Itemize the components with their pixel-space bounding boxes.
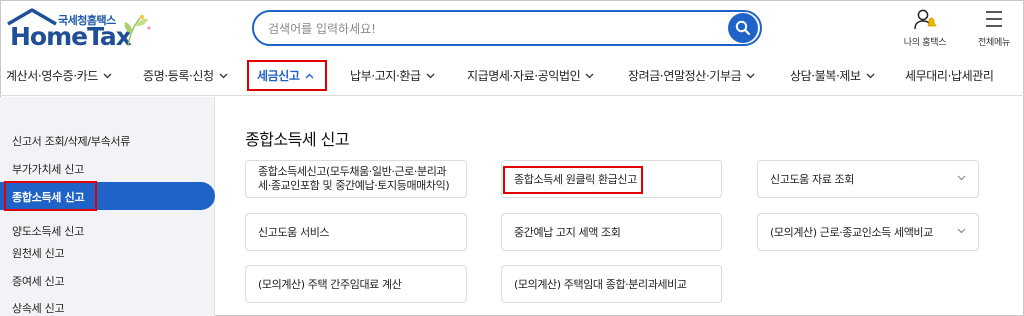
card-label: 신고도움 서비스 (258, 226, 330, 239)
sidebar-item-inheritance[interactable]: 상속세 신고 (12, 300, 65, 316)
sidebar-item-return-lookup[interactable]: 신고서 조회/삭제/부속서류 (12, 133, 130, 149)
chevron-down-icon (219, 73, 228, 79)
card-mock-calc-rental-compare[interactable]: (모의계산) 주택임대 종합·분리과세비교 (501, 265, 722, 303)
chevron-down-icon (426, 73, 435, 79)
card-label: 종합소득세신고(모두채움·일반·근로·분리과 (258, 165, 447, 178)
header: 국세청홈택스 HomeTax 나의 홈택스 전체메뉴 (0, 0, 1024, 56)
card-income-tax-filing[interactable]: 종합소득세신고(모두채움·일반·근로·분리과 세·종교인포함 및 중간예납·토지… (245, 160, 467, 198)
sidebar-item-vat[interactable]: 부가가치세 신고 (12, 161, 84, 177)
card-interim-prepayment[interactable]: 중간예납 고지 세액 조회 (501, 213, 722, 251)
nav-item-tax-agent[interactable]: 세무대리·납세관리 (905, 67, 994, 84)
nav-item-incentives[interactable]: 장려금·연말정산·기부금 (628, 67, 755, 84)
nav-item-label: 납부·고지·환급 (350, 69, 421, 83)
highlight-box-card (503, 166, 643, 194)
search-icon (735, 20, 751, 36)
sidebar-item-capital-gains[interactable]: 양도소득세 신고 (12, 223, 84, 239)
card-label: (모의계산) 주택 간주임대료 계산 (258, 278, 402, 291)
my-hometax-button[interactable]: 나의 홈택스 (898, 8, 952, 48)
chevron-down-icon (957, 175, 966, 181)
chevron-down-icon (957, 228, 966, 234)
search-button[interactable] (728, 13, 758, 43)
card-mock-calc-labor[interactable]: (모의계산) 근로·종교인소득 세액비교 (757, 213, 979, 251)
user-icon (914, 9, 937, 30)
search-bar (252, 10, 762, 46)
nav-item-payment[interactable]: 납부·고지·환급 (350, 67, 435, 84)
card-label: (모의계산) 근로·종교인소득 세액비교 (770, 226, 933, 239)
all-menu-button[interactable]: 전체메뉴 (970, 8, 1018, 48)
card-filing-help-service[interactable]: 신고도움 서비스 (245, 213, 467, 251)
nav-item-label: 세무대리·납세관리 (905, 69, 994, 83)
plant-icon (124, 14, 151, 47)
nav-item-label: 지급명세·자료·공익법인 (467, 69, 581, 83)
card-mock-calc-deemed-rent[interactable]: (모의계산) 주택 간주임대료 계산 (245, 265, 467, 303)
nav-item-label: 상담·불복·제보 (790, 69, 861, 83)
highlight-box-nav (247, 60, 327, 91)
card-filing-help-data[interactable]: 신고도움 자료 조회 (757, 160, 979, 198)
page-title: 종합소득세 신고 (245, 130, 350, 149)
nav-item-statements[interactable]: 지급명세·자료·공익법인 (467, 67, 594, 84)
chevron-down-icon (746, 73, 755, 79)
search-input[interactable] (268, 19, 708, 39)
hometax-logo[interactable]: 국세청홈택스 HomeTax (6, 8, 156, 51)
nav-item-label: 증명·등록·신청 (143, 69, 214, 83)
hamburger-icon (986, 11, 1002, 27)
logo-title: HomeTax (10, 22, 132, 51)
sidebar-item-gift-tax[interactable]: 증여세 신고 (12, 273, 65, 289)
chevron-down-icon (103, 73, 112, 79)
nav-item-label: 장려금·연말정산·기부금 (628, 69, 742, 83)
chevron-down-icon (585, 73, 594, 79)
card-label-line2: 세·종교인포함 및 중간예납·토지등매매차익) (258, 179, 450, 192)
card-label: (모의계산) 주택임대 종합·분리과세비교 (514, 278, 687, 291)
sidebar-item-withholding[interactable]: 원천세 신고 (12, 245, 65, 261)
chevron-down-icon (866, 73, 875, 79)
my-hometax-label: 나의 홈택스 (903, 38, 947, 48)
highlight-box-sidebar (4, 181, 97, 211)
main-nav: 계산서·영수증·카드 증명·등록·신청 세금신고 납부·고지·환급 지급명세·자… (0, 56, 1024, 96)
nav-item-consultation[interactable]: 상담·불복·제보 (790, 67, 875, 84)
card-label: 중간예납 고지 세액 조회 (514, 226, 621, 239)
nav-item-label: 계산서·영수증·카드 (6, 69, 98, 83)
nav-item-invoice[interactable]: 계산서·영수증·카드 (6, 67, 112, 84)
card-label: 신고도움 자료 조회 (770, 173, 854, 186)
nav-item-certificate[interactable]: 증명·등록·신청 (143, 67, 228, 84)
all-menu-label: 전체메뉴 (978, 38, 1010, 48)
